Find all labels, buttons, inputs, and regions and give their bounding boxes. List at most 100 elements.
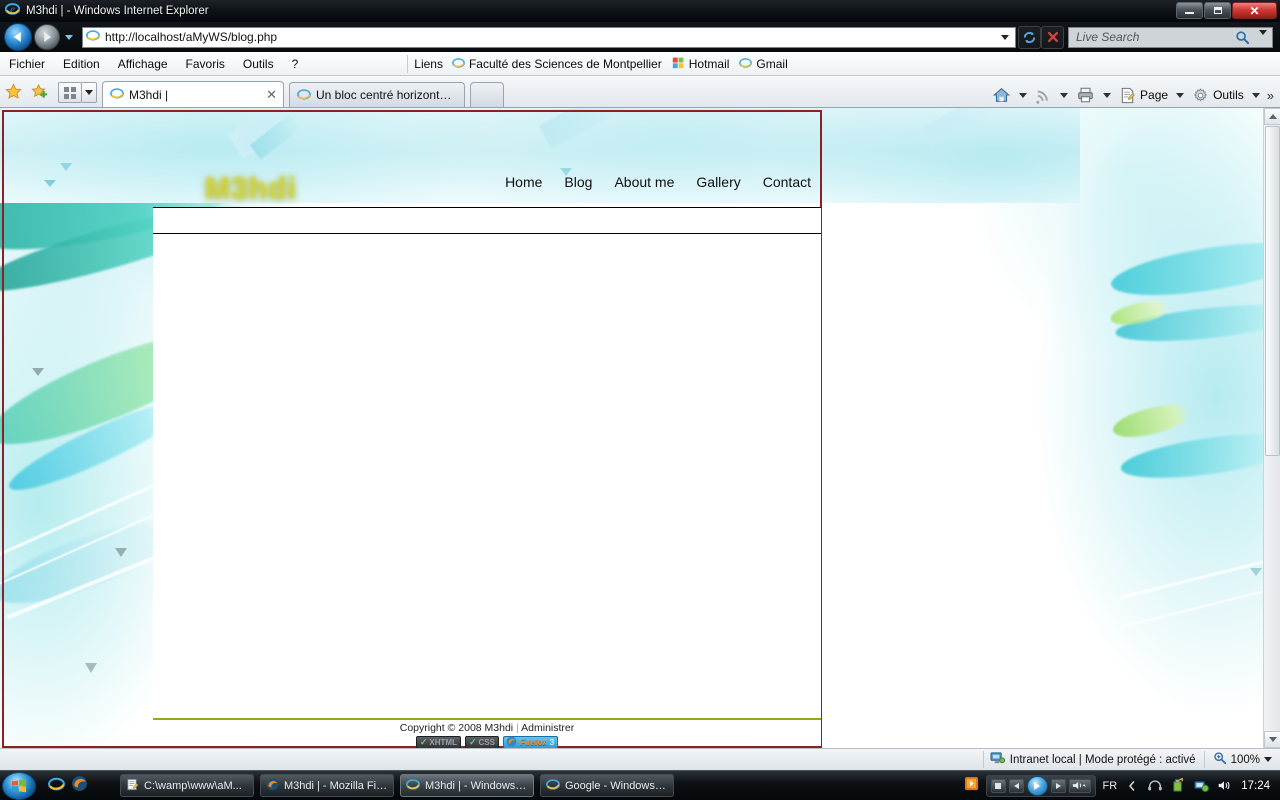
maximize-button[interactable] [1204, 2, 1231, 19]
menu-divider [407, 54, 409, 73]
menu-item-affichage[interactable]: Affichage [109, 57, 177, 71]
scroll-down-button[interactable] [1264, 731, 1280, 748]
maximize-icon [1213, 7, 1222, 14]
taskbar-item-ie-google[interactable]: Google - Windows I... [540, 774, 674, 797]
favorite-link-faculte[interactable]: Faculté des Sciences de Montpellier [447, 56, 667, 72]
network-icon[interactable] [1193, 778, 1209, 794]
toolbar-overflow-icon[interactable]: » [1267, 88, 1274, 103]
favorite-link-label: Faculté des Sciences de Montpellier [468, 56, 662, 71]
language-indicator[interactable]: FR [1103, 780, 1118, 792]
system-tray: FR 17:24 [958, 773, 1280, 799]
tab-close-icon[interactable]: ✕ [266, 87, 277, 103]
search-box[interactable]: Live Search [1068, 26, 1273, 52]
chevron-down-icon [1259, 29, 1267, 52]
tab-m3hdi[interactable]: M3hdi | ✕ [102, 81, 284, 107]
taskbar-item-firefox[interactable]: M3hdi | - Mozilla Fir... [260, 774, 394, 797]
chevron-down-icon[interactable] [1019, 92, 1028, 98]
taskbar-clock[interactable]: 17:24 [1241, 780, 1274, 792]
desktop: e M3hdi | - Windows Internet Explorer ✕ … [0, 0, 1280, 800]
footer-admin-link[interactable]: Administrer [521, 722, 574, 734]
search-provider-dropdown[interactable] [1259, 29, 1267, 53]
taskbar-item-label: M3hdi | - Windows I... [425, 779, 528, 792]
nav-link-gallery[interactable]: Gallery [696, 174, 740, 190]
volume-button[interactable] [1068, 778, 1091, 793]
firefox-icon [266, 778, 279, 794]
firefox-icon [506, 736, 517, 748]
tools-menu-button[interactable]: Outils [1189, 87, 1247, 104]
check-icon: ✓ [468, 737, 477, 747]
quick-launch-firefox[interactable] [71, 775, 88, 797]
svg-text:e: e [10, 4, 15, 15]
page-vertical-scrollbar[interactable] [1263, 108, 1280, 748]
next-button[interactable] [1050, 778, 1066, 793]
chevron-up-icon [1268, 114, 1277, 119]
play-icon [1034, 781, 1041, 790]
taskbar-item-ie-m3hdi[interactable]: M3hdi | - Windows I... [400, 774, 534, 797]
page-menu-button[interactable]: Page [1116, 87, 1171, 104]
tab-label: M3hdi | [129, 87, 169, 102]
home-button[interactable] [989, 86, 1014, 104]
taskbar-item-notepad[interactable]: C:\wamp\www\aM... [120, 774, 254, 797]
badge-firefox[interactable]: Firefox 3 [502, 736, 559, 748]
quick-launch-internet-explorer[interactable] [48, 775, 65, 797]
badge-css[interactable]: ✓ CSS [464, 736, 499, 748]
menu-item-fichier[interactable]: Fichier [0, 57, 54, 71]
refresh-button[interactable] [1018, 25, 1041, 49]
menu-item-favoris[interactable]: Favoris [177, 57, 234, 71]
menu-item-edition[interactable]: Edition [54, 57, 109, 71]
links-label: Liens [414, 56, 443, 71]
badge-xhtml[interactable]: ✓ XHTML [415, 736, 461, 748]
security-zone-indicator[interactable]: Intranet local | Mode protégé : activé [982, 751, 1196, 768]
ie-icon [297, 87, 311, 104]
start-button[interactable] [2, 771, 36, 800]
zoom-control[interactable]: 100% [1203, 751, 1280, 768]
add-favorite-button[interactable] [0, 78, 26, 104]
search-input[interactable]: Live Search [1076, 30, 1139, 44]
close-button[interactable]: ✕ [1232, 2, 1277, 19]
scrollbar-thumb[interactable] [1265, 126, 1280, 456]
badge-label: Firefox [519, 738, 547, 747]
menu-item-help[interactable]: ? [283, 57, 308, 71]
media-player-toolbar [985, 774, 1096, 797]
previous-button[interactable] [1008, 778, 1024, 793]
stop-button[interactable] [990, 778, 1006, 793]
chevron-down-icon[interactable] [1251, 92, 1260, 98]
volume-icon[interactable] [1216, 778, 1232, 794]
nav-link-blog[interactable]: Blog [564, 174, 592, 190]
nav-link-contact[interactable]: Contact [763, 174, 811, 190]
site-logo[interactable]: M3hdi [205, 172, 297, 206]
badge-label: XHTML [429, 738, 457, 747]
chevron-down-icon[interactable] [1264, 757, 1272, 762]
chevron-down-icon[interactable] [1103, 92, 1112, 98]
address-dropdown-button[interactable] [997, 28, 1013, 47]
new-tab-button[interactable] [470, 82, 504, 107]
print-button[interactable] [1073, 86, 1098, 104]
window-controls: ✕ [1176, 2, 1277, 19]
nav-link-home[interactable]: Home [505, 174, 542, 190]
battery-icon[interactable] [1170, 778, 1186, 794]
favorites-center-button[interactable] [26, 78, 52, 104]
tab-list-dropdown-button[interactable] [82, 82, 97, 103]
favorite-link-gmail[interactable]: Gmail [734, 56, 792, 72]
headset-icon[interactable] [1147, 778, 1163, 794]
scroll-up-button[interactable] [1264, 108, 1280, 125]
site-container: M3hdi Home Blog About me Gallery Contact… [153, 110, 821, 748]
address-bar[interactable]: http://localhost/aMyWS/blog.php [82, 26, 1016, 48]
back-button[interactable] [4, 23, 32, 51]
tab-bloc-centre[interactable]: Un bloc centré horizontale... [289, 82, 465, 107]
media-player-tray-icon[interactable] [964, 776, 979, 796]
history-dropdown-icon[interactable] [65, 34, 73, 40]
menu-item-outils[interactable]: Outils [234, 57, 283, 71]
quick-tabs-button[interactable] [58, 82, 82, 103]
chevron-left-icon[interactable] [1124, 778, 1140, 794]
chevron-down-icon[interactable] [1060, 92, 1069, 98]
stop-button[interactable] [1041, 25, 1064, 49]
forward-button[interactable] [34, 24, 60, 50]
previous-icon [1013, 782, 1019, 789]
nav-link-about-me[interactable]: About me [614, 174, 674, 190]
chevron-down-icon[interactable] [1176, 92, 1185, 98]
minimize-button[interactable] [1176, 2, 1203, 19]
play-button[interactable] [1026, 775, 1048, 796]
feeds-button[interactable] [1032, 87, 1055, 104]
favorite-link-hotmail[interactable]: Hotmail [667, 56, 735, 72]
